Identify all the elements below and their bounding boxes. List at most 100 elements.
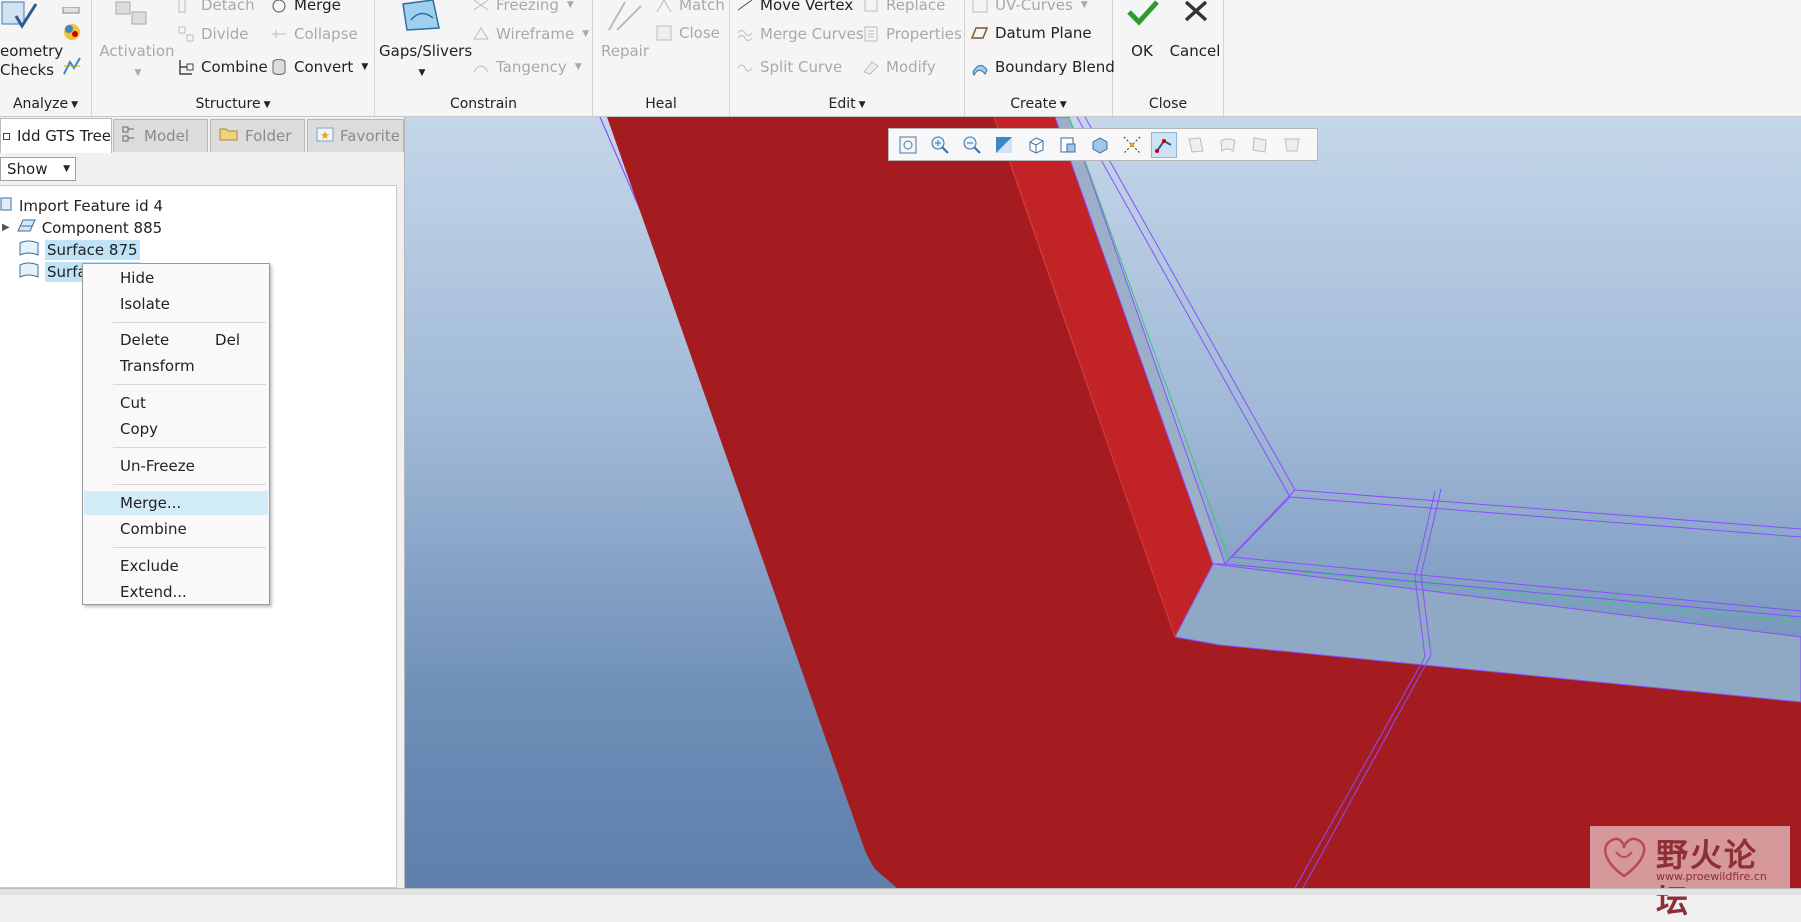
show-label: Show bbox=[7, 160, 48, 178]
menu-item-exclude[interactable]: Exclude bbox=[84, 554, 268, 578]
freezing-button[interactable]: Freezing ▼ bbox=[472, 0, 574, 16]
display-style-icon[interactable] bbox=[1023, 132, 1049, 158]
combine-button[interactable]: Combine bbox=[177, 56, 268, 78]
merge-icon bbox=[270, 0, 288, 14]
replace-button[interactable]: Replace bbox=[862, 0, 945, 16]
freezing-icon bbox=[472, 0, 490, 14]
zoom-in-icon[interactable] bbox=[927, 132, 953, 158]
close-group-label: Close bbox=[1148, 96, 1188, 112]
watermark-url: www.proewildfire.cn bbox=[1656, 870, 1767, 883]
merge-curves-button[interactable]: Merge Curves bbox=[736, 23, 864, 45]
tree-node-surface-875[interactable]: Surface 875 bbox=[18, 240, 140, 260]
tab-label: Folder bbox=[245, 127, 292, 145]
tangency-button[interactable]: Tangency ▼ bbox=[472, 56, 582, 78]
surface-display-icon-1[interactable] bbox=[1183, 132, 1209, 158]
split-curve-button[interactable]: Split Curve bbox=[736, 56, 842, 78]
import-feature-icon bbox=[0, 196, 14, 217]
tab-model[interactable]: Model bbox=[113, 119, 208, 152]
tree-node-label: Import Feature id 4 bbox=[19, 197, 164, 215]
create-group-label[interactable]: Create ▼ bbox=[965, 96, 1112, 112]
menu-item-delete[interactable]: Delete Del bbox=[84, 328, 268, 352]
menu-item-combine[interactable]: Combine bbox=[84, 517, 268, 541]
move-vertex-button[interactable]: Move Vertex bbox=[736, 0, 853, 16]
menu-item-hide[interactable]: Hide bbox=[84, 266, 268, 290]
refit-icon[interactable] bbox=[895, 132, 921, 158]
divide-button[interactable]: Divide bbox=[177, 23, 249, 45]
move-vertex-icon bbox=[736, 0, 754, 14]
menu-item-transform[interactable]: Transform bbox=[84, 354, 268, 378]
menu-item-extend[interactable]: Extend... bbox=[84, 580, 268, 604]
ok-button[interactable]: OK bbox=[1119, 0, 1165, 64]
tangency-icon bbox=[472, 58, 490, 76]
checkmark-icon bbox=[1126, 0, 1160, 30]
repaint-icon[interactable] bbox=[991, 132, 1017, 158]
merge-button[interactable]: Merge bbox=[270, 0, 341, 16]
zoom-out-icon[interactable] bbox=[959, 132, 985, 158]
activation-button[interactable]: Activation ▼ bbox=[97, 42, 177, 83]
menu-separator bbox=[113, 547, 266, 548]
datum-plane-button[interactable]: Datum Plane bbox=[970, 22, 1092, 44]
datum-display-icon[interactable] bbox=[1119, 132, 1145, 158]
match-button[interactable]: Match bbox=[655, 0, 725, 16]
curvature-icon[interactable] bbox=[62, 22, 82, 46]
repair-button[interactable]: Repair bbox=[597, 42, 653, 61]
properties-icon bbox=[862, 25, 880, 43]
menu-item-cut[interactable]: Cut bbox=[84, 391, 268, 415]
gaps-slivers-icon bbox=[399, 0, 443, 38]
component-icon bbox=[15, 217, 37, 240]
wireframe-icon bbox=[472, 25, 490, 43]
modify-icon bbox=[862, 58, 880, 76]
ok-label: OK bbox=[1131, 42, 1153, 60]
tab-label: Favorite bbox=[340, 127, 400, 145]
cancel-button[interactable]: Cancel bbox=[1168, 0, 1222, 64]
edit-group-label[interactable]: Edit ▼ bbox=[730, 96, 964, 112]
edge-display-icon[interactable] bbox=[1151, 131, 1177, 158]
model-geometry[interactable] bbox=[405, 117, 1801, 888]
surface-display-icon-4[interactable] bbox=[1279, 132, 1305, 158]
tab-label: Idd GTS Tree bbox=[17, 127, 112, 145]
close-heal-icon bbox=[655, 24, 673, 42]
menu-item-isolate[interactable]: Isolate bbox=[84, 292, 268, 316]
analyze-tool-icon-1[interactable] bbox=[62, 0, 82, 19]
surface-display-icon-3[interactable] bbox=[1247, 132, 1273, 158]
panel-tabs: Idd GTS Tree Model Folder Favorite bbox=[0, 117, 404, 153]
structure-group-label[interactable]: Structure ▼ bbox=[92, 96, 374, 112]
expand-arrow-icon[interactable]: ▶ bbox=[2, 218, 10, 238]
tab-favorites[interactable]: Favorite bbox=[307, 119, 404, 152]
show-dropdown[interactable]: Show ▼ bbox=[0, 157, 76, 181]
surface-display-icon-2[interactable] bbox=[1215, 132, 1241, 158]
context-menu: Hide Isolate Delete Del Transform Cut Cop… bbox=[82, 263, 270, 605]
wireframe-button[interactable]: Wireframe ▼ bbox=[472, 23, 589, 45]
gaps-slivers-button[interactable]: Gaps/Slivers ▼ bbox=[379, 42, 472, 83]
tab-folder[interactable]: Folder bbox=[210, 119, 305, 152]
analyze-group-label[interactable]: Analyze ▼ bbox=[0, 96, 91, 112]
boundary-blend-button[interactable]: Boundary Blend bbox=[971, 56, 1115, 78]
close-heal-button[interactable]: Close bbox=[655, 22, 720, 44]
properties-button[interactable]: Properties bbox=[862, 23, 962, 45]
uv-curves-button[interactable]: UV-Curves ▼ bbox=[971, 0, 1088, 16]
cancel-label: Cancel bbox=[1169, 42, 1221, 60]
tree-node-import-feature[interactable]: Import Feature id 4 bbox=[0, 196, 163, 216]
heal-group: Repair Match Close Heal bbox=[593, 0, 730, 116]
watermark-logo-icon bbox=[1596, 832, 1652, 886]
tab-idd-gts-tree[interactable]: Idd GTS Tree bbox=[0, 118, 112, 153]
geometry-checks-button[interactable]: eometry Checks bbox=[0, 42, 63, 80]
tree-tab-icon bbox=[3, 127, 11, 145]
replace-icon bbox=[862, 0, 880, 14]
menu-item-merge[interactable]: Merge... bbox=[84, 491, 268, 515]
analyze-group: eometry Checks Analyze ▼ bbox=[0, 0, 92, 116]
analysis-graph-icon[interactable] bbox=[62, 56, 82, 80]
menu-item-unfreeze[interactable]: Un-Freeze bbox=[84, 454, 268, 478]
convert-button[interactable]: Convert ▼ bbox=[270, 56, 368, 78]
tree-node-component[interactable]: ▶ Component 885 bbox=[2, 218, 162, 238]
modify-button[interactable]: Modify bbox=[862, 56, 936, 78]
detach-button[interactable]: Detach bbox=[177, 0, 255, 16]
graphics-viewport[interactable] bbox=[405, 117, 1801, 888]
folder-icon bbox=[219, 126, 239, 146]
menu-item-copy[interactable]: Copy bbox=[84, 417, 268, 441]
favorites-icon bbox=[316, 126, 334, 146]
view-manager-icon[interactable] bbox=[1087, 132, 1113, 158]
collapse-button[interactable]: Collapse bbox=[270, 23, 358, 45]
saved-orientations-icon[interactable] bbox=[1055, 132, 1081, 158]
constrain-group: Gaps/Slivers ▼ Freezing ▼ Wireframe ▼ Tange… bbox=[375, 0, 593, 116]
